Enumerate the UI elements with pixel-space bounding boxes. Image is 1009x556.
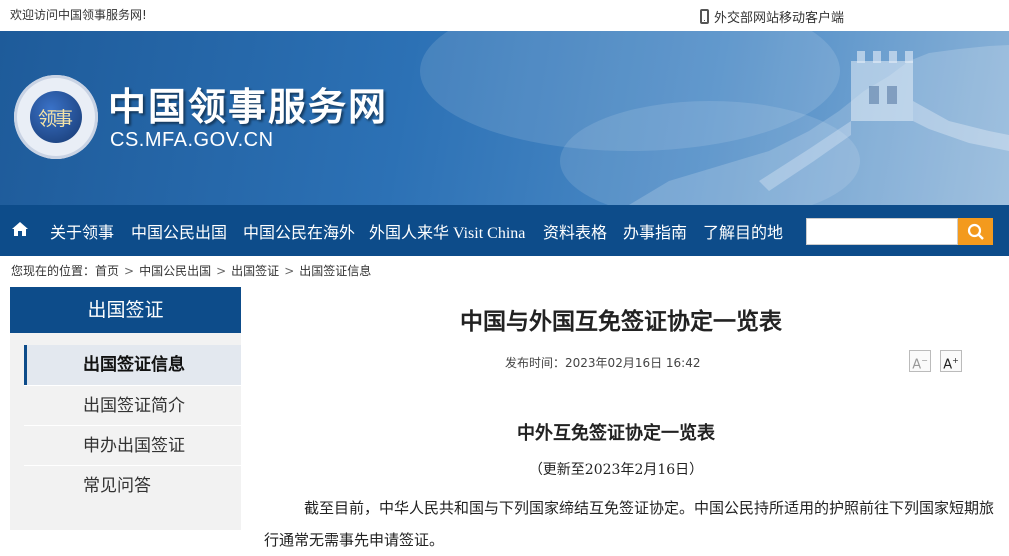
great-wall-illustration: [629, 45, 1009, 205]
updated-note: （更新至2023年2月16日）: [528, 462, 704, 478]
article-paragraph: 截至目前，中华人民共和国与下列国家缔结互免签证协定。中国公民持所适用的护照前往下…: [264, 499, 995, 549]
phone-icon: [700, 9, 709, 24]
top-bar: 欢迎访问中国领事服务网! 外交部网站移动客户端: [0, 0, 1009, 31]
search-input[interactable]: [806, 218, 958, 245]
chevron-right-icon: >: [216, 264, 227, 278]
breadcrumb: 您现在的位置：首页 > 中国公民出国 > 出国签证 > 出国签证信息: [11, 262, 371, 279]
site-banner: 领事 中国领事服务网 CS.MFA.GOV.CN: [0, 31, 1009, 205]
chevron-right-icon: >: [284, 264, 295, 278]
sidebar-item-faq[interactable]: 常见问答: [24, 465, 241, 505]
sidebar-heading: 出国签证: [10, 287, 241, 333]
nav-item-visit-china[interactable]: 外国人来华 Visit China: [369, 219, 525, 243]
sidebar-menu: 出国签证信息 出国签证简介 申办出国签证 常见问答: [10, 333, 241, 530]
search-icon: [967, 223, 984, 240]
sidebar-item-visa-info[interactable]: 出国签证信息: [24, 345, 241, 385]
mobile-client-label: 外交部网站移动客户端: [714, 11, 845, 26]
breadcrumb-visa[interactable]: 出国签证: [231, 264, 279, 278]
publish-time: 2023年02月16日 16:42: [565, 356, 701, 370]
emblem-text: 领事: [38, 108, 73, 130]
breadcrumb-citizens-abroad[interactable]: 中国公民出国: [139, 264, 211, 278]
chevron-right-icon: >: [124, 264, 135, 278]
nav-item-forms[interactable]: 资料表格: [543, 219, 607, 243]
home-icon[interactable]: [11, 221, 29, 241]
nav-item-citizens-abroad-travel[interactable]: 中国公民出国: [131, 219, 227, 243]
nav-item-destinations[interactable]: 了解目的地: [703, 219, 783, 243]
welcome-text: 欢迎访问中国领事服务网!: [10, 8, 147, 22]
publish-label: 发布时间：: [505, 356, 566, 370]
sidebar-item-visa-intro[interactable]: 出国签证简介: [24, 385, 241, 425]
breadcrumb-visa-info[interactable]: 出国签证信息: [299, 264, 371, 278]
font-decrease-button[interactable]: A−: [909, 350, 931, 372]
main-nav: 关于领事 中国公民出国 中国公民在海外 外国人来华 Visit China 资料…: [0, 205, 1009, 256]
search-button[interactable]: [958, 218, 993, 245]
site-domain: CS.MFA.GOV.CN: [110, 129, 274, 151]
sidebar-item-apply-visa[interactable]: 申办出国签证: [24, 425, 241, 465]
article-subtitle: 中外互免签证协定一览表: [517, 423, 715, 444]
font-increase-button[interactable]: A+: [940, 350, 962, 372]
breadcrumb-home[interactable]: 首页: [95, 264, 119, 278]
nav-item-about-consular[interactable]: 关于领事: [50, 219, 114, 243]
site-title[interactable]: 中国领事服务网: [108, 76, 388, 131]
breadcrumb-prefix: 您现在的位置：: [11, 264, 96, 278]
mobile-client-link[interactable]: 外交部网站移动客户端: [700, 7, 844, 26]
consular-emblem-logo: 领事: [14, 75, 98, 159]
nav-item-citizens-overseas[interactable]: 中国公民在海外: [243, 219, 355, 243]
article-title: 中国与外国互免签证协定一览表: [460, 308, 782, 335]
nav-item-guide[interactable]: 办事指南: [623, 219, 687, 243]
publish-meta: 发布时间：2023年02月16日 16:42: [505, 354, 701, 371]
